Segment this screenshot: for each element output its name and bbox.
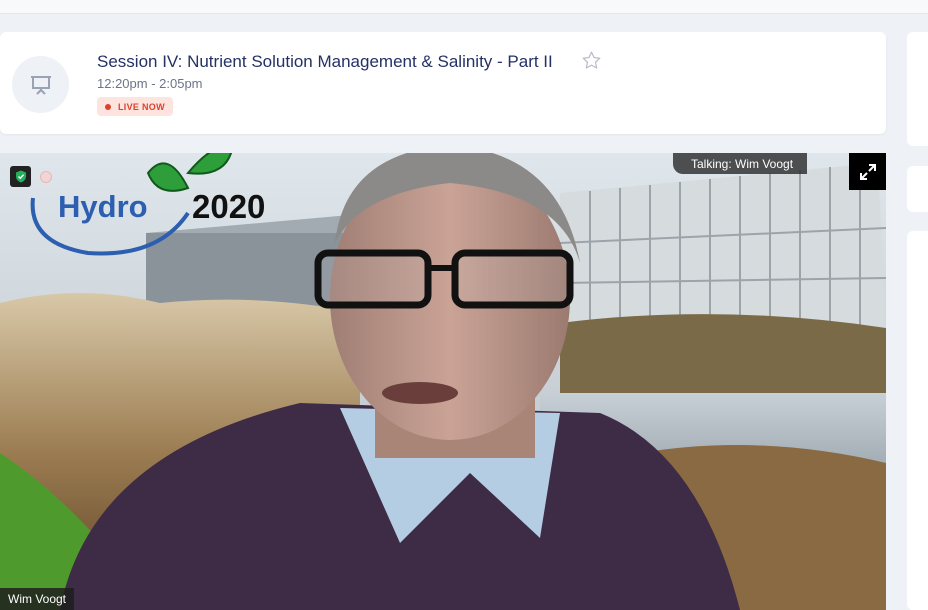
right-panel-card — [907, 231, 928, 610]
live-status-label: LIVE NOW — [118, 101, 165, 112]
presentation-board-icon — [12, 56, 69, 113]
live-status-badge: LIVE NOW — [97, 97, 173, 116]
shield-check-icon — [10, 166, 31, 187]
star-icon[interactable] — [581, 50, 602, 71]
fullscreen-button[interactable] — [849, 153, 886, 190]
right-panel-card — [907, 166, 928, 212]
video-stream[interactable]: Hydro 2020 Talking: Wim Voogt Wim Voogt — [0, 153, 886, 610]
logo-year: 2020 — [192, 188, 266, 225]
talking-indicator: Talking: Wim Voogt — [673, 153, 808, 174]
top-bar — [0, 0, 928, 14]
logo-text: Hydro — [58, 189, 148, 224]
record-indicator-icon — [40, 171, 52, 183]
live-dot-icon — [105, 103, 111, 110]
session-title: Session IV: Nutrient Solution Management… — [97, 52, 553, 71]
session-card: Session IV: Nutrient Solution Management… — [0, 32, 886, 134]
speaker-name-label: Wim Voogt — [0, 588, 75, 610]
right-panel-card — [907, 32, 928, 146]
session-time: 12:20pm - 2:05pm — [97, 76, 203, 91]
expand-icon — [859, 163, 876, 180]
